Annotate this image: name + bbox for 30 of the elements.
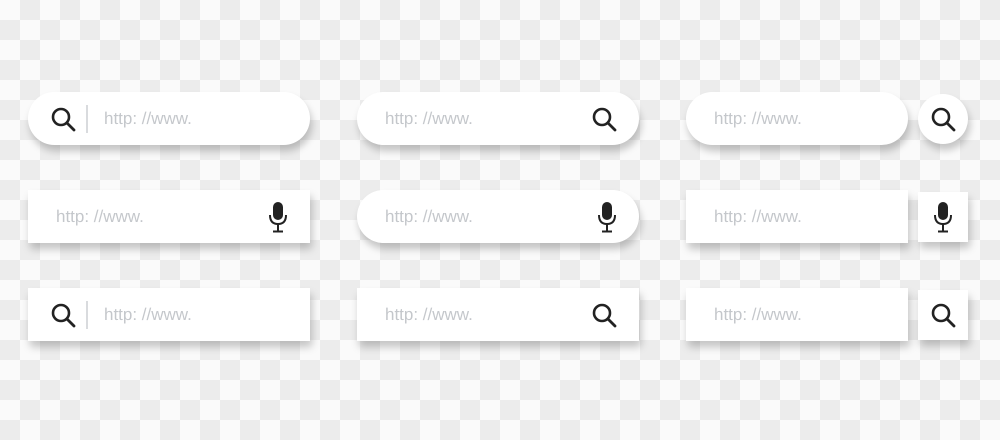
search-icon	[930, 106, 956, 132]
search-bar[interactable]: http: //www.	[686, 288, 908, 341]
search-bar[interactable]: http: //www.	[357, 288, 639, 341]
search-button[interactable]	[918, 290, 968, 340]
url-field[interactable]: http: //www.	[379, 304, 581, 324]
url-field[interactable]: http: //www.	[708, 304, 886, 324]
search-icon	[591, 302, 617, 328]
url-field[interactable]: http: //www.	[98, 108, 288, 128]
search-bar[interactable]: http: //www.	[357, 92, 639, 145]
microphone-icon	[597, 200, 617, 232]
search-button[interactable]	[918, 94, 968, 144]
microphone-icon	[933, 200, 953, 232]
search-bar[interactable]: http: //www.	[28, 92, 310, 145]
url-field[interactable]: http: //www.	[379, 108, 581, 128]
search-bar[interactable]: http: //www.	[28, 288, 310, 341]
search-bar[interactable]: http: //www.	[686, 92, 908, 145]
search-icon	[50, 302, 76, 328]
search-icon	[50, 106, 76, 132]
microphone-icon	[268, 200, 288, 232]
url-field[interactable]: http: //www.	[50, 206, 258, 226]
microphone-button[interactable]	[918, 192, 968, 242]
search-icon	[930, 302, 956, 328]
search-icon	[591, 106, 617, 132]
search-bar[interactable]: http: //www.	[686, 190, 908, 243]
url-field[interactable]: http: //www.	[98, 304, 288, 324]
url-field[interactable]: http: //www.	[708, 108, 886, 128]
url-field[interactable]: http: //www.	[708, 206, 886, 226]
search-bar[interactable]: http: //www.	[357, 190, 639, 243]
search-bar[interactable]: http: //www.	[28, 190, 310, 243]
url-field[interactable]: http: //www.	[379, 206, 587, 226]
